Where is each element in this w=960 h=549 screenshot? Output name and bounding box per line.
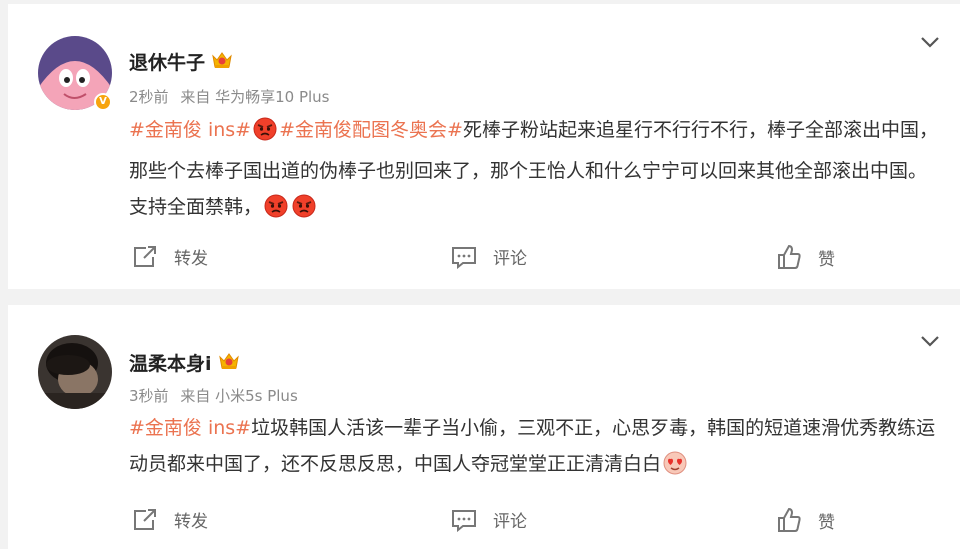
post-time[interactable]: 2秒前 bbox=[129, 88, 169, 106]
comment-icon bbox=[452, 509, 476, 532]
avatar[interactable] bbox=[38, 335, 112, 409]
topic-link[interactable]: #金南俊配图冬奥会# bbox=[279, 119, 463, 141]
username[interactable]: 温柔本身i bbox=[129, 351, 240, 377]
angry-face-emoji bbox=[292, 194, 316, 230]
heart-eyes-emoji bbox=[663, 451, 687, 487]
verified-badge-icon: V bbox=[94, 93, 112, 111]
angry-face-emoji bbox=[264, 194, 288, 230]
action-bar: 转发 评论 赞 bbox=[8, 244, 960, 274]
username[interactable]: 退休牛子 bbox=[129, 50, 233, 76]
chevron-down-icon[interactable] bbox=[920, 34, 940, 48]
topic-link[interactable]: #金南俊 ins# bbox=[129, 417, 251, 439]
action-bar: 转发 评论 赞 bbox=[8, 507, 960, 537]
repost-button[interactable]: 转发 bbox=[132, 244, 208, 269]
comment-icon bbox=[452, 246, 476, 269]
comment-button[interactable]: 评论 bbox=[451, 507, 527, 532]
post-time[interactable]: 3秒前 bbox=[129, 387, 169, 405]
like-label: 赞 bbox=[818, 249, 835, 270]
post-content: #金南俊 ins# #金南俊配图冬奥会#死棒子粉站起来追星行不行行不行，棒子全部滚… bbox=[129, 112, 944, 230]
crown-icon bbox=[211, 50, 233, 76]
post-meta: 2秒前 来自 华为畅享10 Plus bbox=[129, 87, 337, 107]
like-button[interactable]: 赞 bbox=[776, 244, 835, 270]
repost-label: 转发 bbox=[174, 512, 208, 532]
comment-button[interactable]: 评论 bbox=[451, 244, 527, 269]
comment-label: 评论 bbox=[493, 512, 527, 532]
thumbs-up-icon bbox=[778, 244, 801, 269]
angry-face-emoji bbox=[253, 117, 277, 153]
post-source: 来自 华为畅享10 Plus bbox=[180, 88, 330, 106]
post-source: 来自 小米5s Plus bbox=[180, 387, 298, 405]
username-text[interactable]: 温柔本身i bbox=[129, 352, 212, 376]
repost-icon bbox=[134, 245, 156, 267]
post-content: #金南俊 ins#垃圾韩国人活该一辈子当小偷，三观不正，心思歹毒，韩国的短道速滑… bbox=[129, 410, 944, 487]
like-label: 赞 bbox=[818, 512, 835, 533]
comment-label: 评论 bbox=[493, 249, 527, 269]
like-button[interactable]: 赞 bbox=[776, 507, 835, 533]
post-card: 温柔本身i 3秒前 来自 小米5s Plus #金南俊 ins#垃圾韩国人活该一… bbox=[8, 305, 960, 549]
chevron-down-icon[interactable] bbox=[920, 333, 940, 347]
repost-button[interactable]: 转发 bbox=[132, 507, 208, 532]
repost-label: 转发 bbox=[174, 249, 208, 269]
post-meta: 3秒前 来自 小米5s Plus bbox=[129, 386, 305, 406]
crown-icon bbox=[218, 351, 240, 377]
repost-icon bbox=[134, 508, 156, 530]
username-text[interactable]: 退休牛子 bbox=[129, 51, 205, 75]
topic-link[interactable]: #金南俊 ins# bbox=[129, 119, 251, 141]
thumbs-up-icon bbox=[778, 507, 801, 532]
post-card: V 退休牛子 2秒前 来自 华为畅享10 Plus #金南俊 ins# #金南俊配… bbox=[8, 4, 960, 289]
